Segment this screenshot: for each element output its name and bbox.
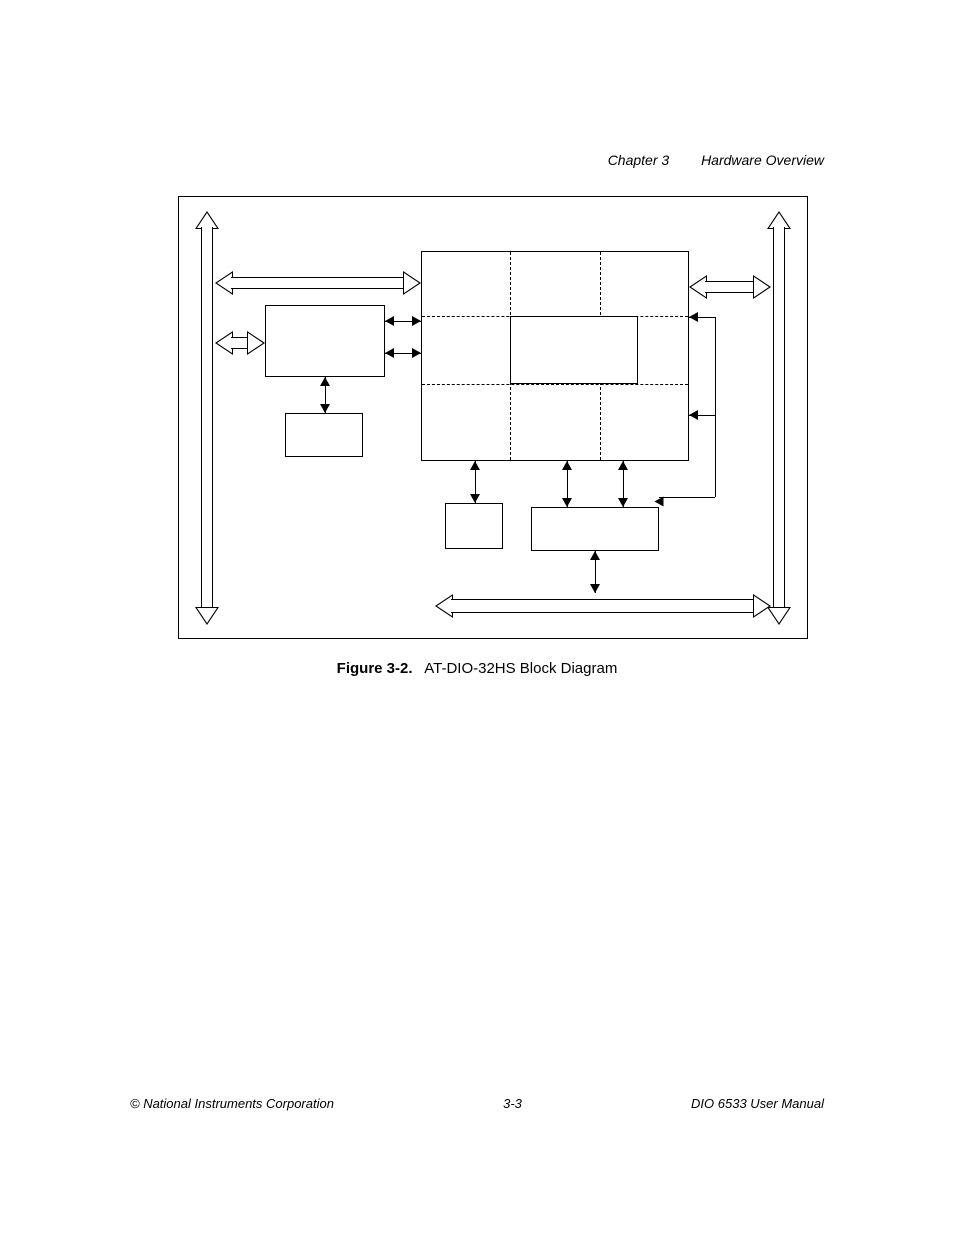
page-header: Chapter 3 Hardware Overview — [608, 152, 824, 168]
page: Chapter 3 Hardware Overview — [0, 0, 954, 1235]
bus-arrow-right — [769, 211, 789, 625]
io-connector-arrow-left — [197, 211, 217, 625]
chapter-label: Chapter 3 — [608, 152, 669, 168]
bus-arrow-bottom — [435, 593, 771, 619]
block-main — [421, 251, 689, 461]
block-main-inner — [510, 316, 638, 384]
footer-page: 3-3 — [503, 1096, 522, 1111]
block-diagram — [178, 196, 808, 639]
footer-manual: DIO 6533 User Manual — [691, 1096, 824, 1111]
chapter-title: Hardware Overview — [701, 152, 824, 168]
data-bus-arrow-top — [215, 273, 421, 293]
figure-label: Figure 3-2. — [337, 660, 413, 677]
block-left — [265, 305, 385, 377]
block-bottom-right — [531, 507, 659, 551]
figure-caption-text: AT-DIO-32HS Block Diagram — [424, 660, 617, 677]
figure-caption: Figure 3-2. AT-DIO-32HS Block Diagram — [0, 660, 954, 677]
data-bus-arrow-small — [215, 333, 265, 353]
bus-arrow-top-right — [689, 277, 771, 297]
footer-copyright: © National Instruments Corporation — [130, 1096, 334, 1111]
block-bottom-small — [445, 503, 503, 549]
page-footer: © National Instruments Corporation 3-3 D… — [130, 1096, 824, 1111]
block-below-left — [285, 413, 363, 457]
